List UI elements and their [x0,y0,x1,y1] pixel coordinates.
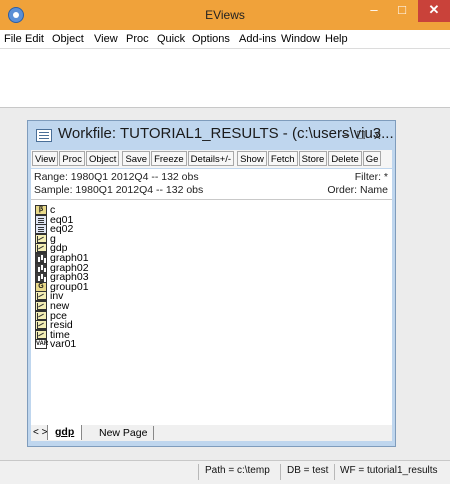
vec-object-icon: VAR [35,339,49,350]
tab-gdp[interactable]: gdp [47,425,83,440]
genr-button[interactable]: Ge [362,151,382,166]
status-bar: Path = c:\temp DB = test WF = tutorial1_… [0,460,450,484]
order-text[interactable]: Order: Name [327,184,388,196]
series-object-icon [35,243,47,254]
menu-quick[interactable]: Quick [157,33,185,45]
object-button[interactable]: Object [85,151,120,166]
show-button[interactable]: Show [237,151,267,166]
eq-object-icon [35,224,47,235]
menu-edit[interactable]: Edit [25,33,44,45]
menu-window[interactable]: Window [281,33,320,45]
menu-file[interactable]: File [4,33,22,45]
graph-object-icon [35,272,47,283]
proc-button[interactable]: Proc [59,151,85,166]
status-db: DB = test [287,465,329,476]
delete-button[interactable]: Delete [328,151,362,166]
graph-object-icon [35,253,47,263]
workfile-info: Range: 1980Q1 2012Q4 -- 132 obs Sample: … [31,169,392,199]
series-object-icon [35,233,47,244]
view-button[interactable]: View [32,151,59,166]
series-object-icon [35,320,47,331]
details-button[interactable]: Details+/- [187,151,235,166]
workfile-window: Workfile: TUTORIAL1_RESULTS - (c:\users\… [27,120,396,447]
workfile-icon [36,129,52,142]
menu-add-ins[interactable]: Add-ins [239,33,276,45]
save-button[interactable]: Save [122,151,151,166]
menu-options[interactable]: Options [192,33,230,45]
menu-view[interactable]: View [94,33,118,45]
status-separator [198,464,199,480]
series-object-icon [35,301,47,311]
tab-scroll-arrows[interactable]: < > [33,427,47,438]
status-separator [334,464,335,480]
workfile-close-icon[interactable]: x [374,127,381,142]
status-separator [280,464,281,480]
eq-object-icon [35,214,47,225]
tab-new-page[interactable]: New Page [93,426,155,440]
coef-object-icon: β [35,205,47,215]
graph-object-icon [35,262,47,273]
status-path: Path = c:\temp [205,465,270,476]
series-object-icon [35,329,47,340]
command-window[interactable] [0,49,450,108]
maximize-icon[interactable]: □ [388,0,416,22]
store-button[interactable]: Store [298,151,328,166]
page-tabs: < > gdp New Page [31,425,392,441]
menu-help[interactable]: Help [325,33,348,45]
eviews-app-window: EViews – □ ✕ File Edit Object View Proc … [0,0,450,484]
object-name: var01 [50,338,77,351]
sample-text[interactable]: Sample: 1980Q1 2012Q4 -- 132 obs [34,184,203,196]
menu-bar: File Edit Object View Proc Quick Options… [0,30,450,49]
workfile-toolbar: View Proc Object Save Freeze Details+/- Show Fe… [31,150,392,168]
close-icon[interactable]: ✕ [418,0,450,22]
freeze-button[interactable]: Freeze [151,151,187,166]
object-list: β c eq01 eq02 g gdp graph01 graph02 graph03 Ggrou… [31,199,392,426]
status-wf: WF = tutorial1_results [340,465,438,476]
group-object-icon: G [35,281,47,292]
workfile-maximize-icon[interactable]: □ [357,127,365,142]
title-bar: EViews – □ ✕ [0,0,450,30]
series-object-icon [35,310,47,321]
series-object-icon [35,291,47,302]
menu-proc[interactable]: Proc [126,33,149,45]
fetch-button[interactable]: Fetch [267,151,298,166]
minimize-icon[interactable]: – [360,0,388,22]
menu-object[interactable]: Object [52,33,84,45]
workfile-minimize-icon[interactable]: – [342,127,349,142]
range-text[interactable]: Range: 1980Q1 2012Q4 -- 132 obs [34,171,199,183]
filter-text[interactable]: Filter: * [355,171,388,183]
